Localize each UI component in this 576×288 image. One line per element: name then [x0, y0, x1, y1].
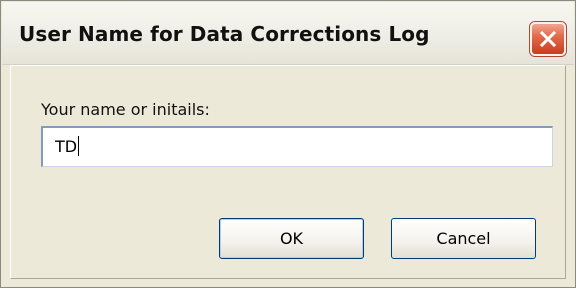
name-input-value: TD	[55, 136, 80, 156]
text-caret	[78, 136, 80, 156]
title-bar[interactable]: User Name for Data Corrections Log	[2, 2, 574, 65]
ok-button[interactable]: OK	[219, 218, 364, 259]
name-field-label: Your name or initails:	[41, 100, 210, 119]
close-button[interactable]	[530, 22, 566, 56]
name-input[interactable]: TD	[41, 126, 553, 167]
cancel-button[interactable]: Cancel	[391, 218, 536, 259]
dialog-title: User Name for Data Corrections Log	[19, 22, 430, 46]
close-icon	[539, 30, 557, 48]
name-input-text: TD	[55, 137, 78, 156]
dialog-window: User Name for Data Corrections Log Your …	[0, 0, 576, 288]
